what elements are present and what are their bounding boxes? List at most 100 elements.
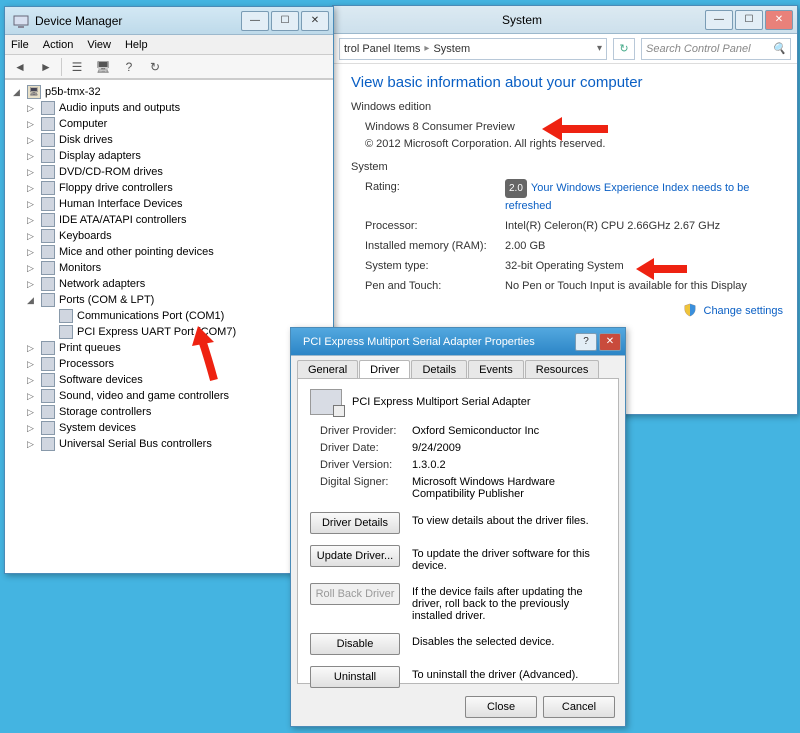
update-driver-button[interactable]: Update Driver... [310,545,400,567]
rating-link[interactable]: Your Windows Experience Index needs to b… [505,182,749,212]
close-button[interactable]: ✕ [765,10,793,30]
update-driver-desc: To update the driver software for this d… [412,545,606,572]
toolbar-properties-button[interactable]: ☰ [66,57,88,77]
toolbar-help-button[interactable]: ? [118,57,140,77]
device-card-icon [310,389,342,415]
dlg-close-button[interactable]: Close [465,696,537,718]
system-nav: trol Panel Items ▸ System ▾ ↻ Search Con… [333,34,797,64]
close-button[interactable]: ✕ [599,333,621,351]
copyright-text: © 2012 Microsoft Corporation. All rights… [365,136,783,153]
tree-node[interactable]: Universal Serial Bus controllers [23,436,333,452]
tab-general[interactable]: General [297,360,358,378]
device-name: PCI Express Multiport Serial Adapter [352,396,531,408]
rollback-driver-button: Roll Back Driver [310,583,400,605]
devmgr-icon [13,13,29,29]
tree-node[interactable]: Audio inputs and outputs [23,100,333,116]
devmgr-menubar: File Action View Help [5,35,333,55]
uninstall-button[interactable]: Uninstall [310,666,400,688]
ram-label: Installed memory (RAM): [365,238,505,255]
maximize-button[interactable]: ☐ [271,11,299,31]
breadcrumb-seg[interactable]: System [433,43,470,55]
tree-node[interactable]: Network adapters [23,276,333,292]
tree-label: Storage controllers [59,406,151,418]
dlg-cancel-button[interactable]: Cancel [543,696,615,718]
tree-node[interactable]: Human Interface Devices [23,196,333,212]
system-titlebar[interactable]: System — ☐ ✕ [333,6,797,34]
menu-view[interactable]: View [87,39,111,51]
tree-node[interactable]: Print queues [23,340,333,356]
tree-node[interactable]: Sound, video and game controllers [23,388,333,404]
tab-driver[interactable]: Driver [359,360,410,378]
device-icon [59,309,73,323]
tree-node[interactable]: System devices [23,420,333,436]
tree-node[interactable]: Display adapters [23,148,333,164]
device-icon [41,261,55,275]
tree-node[interactable]: IDE ATA/ATAPI controllers [23,212,333,228]
device-icon [41,421,55,435]
dialog-footer: Close Cancel [291,690,625,724]
systype-value: 32-bit Operating System [505,258,783,275]
tree-node[interactable]: Monitors [23,260,333,276]
minimize-button[interactable]: — [241,11,269,31]
tree-label: System devices [59,422,136,434]
minimize-button[interactable]: — [705,10,733,30]
menu-help[interactable]: Help [125,39,148,51]
tab-events[interactable]: Events [468,360,524,378]
tree-node[interactable]: Computer [23,116,333,132]
tab-details[interactable]: Details [411,360,467,378]
address-bar[interactable]: trol Panel Items ▸ System ▾ [339,38,607,60]
forward-button[interactable]: ► [35,57,57,77]
tree-label: Disk drives [59,134,113,146]
tree-node[interactable]: DVD/CD-ROM drives [23,164,333,180]
tree-node[interactable]: Ports (COM & LPT) [23,292,333,308]
change-settings-link[interactable]: Change settings [704,305,784,317]
device-icon [41,437,55,451]
device-tree[interactable]: 🖥 p5b-tmx-32 Audio inputs and outputsComp… [5,79,333,573]
tree-label: DVD/CD-ROM drives [59,166,163,178]
tree-leaf[interactable]: Communications Port (COM1) [37,308,333,324]
devmgr-titlebar[interactable]: Device Manager — ☐ ✕ [5,7,333,35]
device-icon [41,341,55,355]
tree-label: Print queues [59,342,121,354]
toolbar-scan-button[interactable]: 🖥 [92,57,114,77]
device-icon [41,101,55,115]
rating-badge: 2.0 [505,179,527,198]
signer-value: Microsoft Windows Hardware Compatibility… [412,476,606,500]
tree-root[interactable]: 🖥 p5b-tmx-32 [9,84,333,100]
tree-node[interactable]: Disk drives [23,132,333,148]
tree-node[interactable]: Processors [23,356,333,372]
tree-node[interactable]: Software devices [23,372,333,388]
date-label: Driver Date: [320,442,412,454]
propdlg-titlebar[interactable]: PCI Express Multiport Serial Adapter Pro… [291,328,625,356]
rollback-driver-desc: If the device fails after updating the d… [412,583,606,622]
processor-label: Processor: [365,218,505,235]
tree-label: Keyboards [59,230,112,242]
search-input[interactable]: Search Control Panel 🔍 [641,38,791,60]
tree-root-label: p5b-tmx-32 [45,86,101,98]
help-button[interactable]: ? [575,333,597,351]
tree-node[interactable]: Floppy drive controllers [23,180,333,196]
tree-node[interactable]: Storage controllers [23,404,333,420]
maximize-button[interactable]: ☐ [735,10,763,30]
menu-action[interactable]: Action [43,39,74,51]
close-button[interactable]: ✕ [301,11,329,31]
device-icon [41,357,55,371]
tab-resources[interactable]: Resources [525,360,600,378]
tree-leaf[interactable]: PCI Express UART Port (COM7) [37,324,333,340]
refresh-button[interactable]: ↻ [613,38,635,60]
properties-dialog: PCI Express Multiport Serial Adapter Pro… [290,327,626,727]
toolbar-refresh-button[interactable]: ↻ [144,57,166,77]
breadcrumb-seg[interactable]: trol Panel Items [344,43,420,55]
search-icon: 🔍 [772,42,786,55]
back-button[interactable]: ◄ [9,57,31,77]
tree-node[interactable]: Mice and other pointing devices [23,244,333,260]
tree-label: Floppy drive controllers [59,182,173,194]
menu-file[interactable]: File [11,39,29,51]
device-icon [41,117,55,131]
disable-button[interactable]: Disable [310,633,400,655]
computer-icon: 🖥 [27,85,41,99]
chevron-down-icon[interactable]: ▾ [597,43,602,54]
device-icon [41,293,55,307]
driver-details-button[interactable]: Driver Details [310,512,400,534]
tree-node[interactable]: Keyboards [23,228,333,244]
